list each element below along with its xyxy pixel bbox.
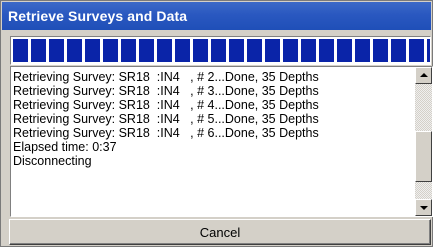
progress-block <box>409 39 424 62</box>
progress-block <box>49 39 64 62</box>
arrow-down-icon <box>420 206 428 210</box>
progress-block <box>301 39 316 62</box>
progress-fill <box>13 39 430 62</box>
progress-block <box>337 39 352 62</box>
progress-block <box>373 39 388 62</box>
progress-block <box>229 39 244 62</box>
progress-block <box>85 39 100 62</box>
scroll-down-button[interactable] <box>415 199 432 216</box>
retrieve-dialog: Retrieve Surveys and Data Retrieving Sur… <box>0 0 433 247</box>
log-line: Retrieving Survey: SR18 :IN4 , # 5...Don… <box>13 112 319 126</box>
log-listbox[interactable]: Retrieving Survey: SR18 :IN4 , # 2...Don… <box>10 66 433 217</box>
progress-block <box>121 39 136 62</box>
scroll-up-button[interactable] <box>415 67 432 84</box>
progress-block <box>175 39 190 62</box>
progress-block <box>139 39 154 62</box>
title-bar[interactable]: Retrieve Surveys and Data <box>2 2 431 30</box>
progress-block <box>103 39 118 62</box>
log-lines: Retrieving Survey: SR18 :IN4 , # 2...Don… <box>13 70 411 168</box>
dialog-title: Retrieve Surveys and Data <box>8 8 188 24</box>
progress-block <box>157 39 172 62</box>
progress-block <box>427 39 430 62</box>
log-line: Retrieving Survey: SR18 :IN4 , # 3...Don… <box>13 84 319 98</box>
log-line: Retrieving Survey: SR18 :IN4 , # 4...Don… <box>13 98 319 112</box>
log-line: Disconnecting <box>13 154 92 168</box>
progress-block <box>265 39 280 62</box>
log-line: Retrieving Survey: SR18 :IN4 , # 2...Don… <box>13 70 319 84</box>
progress-block <box>247 39 262 62</box>
progress-block <box>283 39 298 62</box>
scroll-thumb[interactable] <box>415 131 432 182</box>
progress-block <box>391 39 406 62</box>
progress-block <box>211 39 226 62</box>
progress-block <box>355 39 370 62</box>
cancel-button[interactable]: Cancel <box>9 219 431 245</box>
progress-block <box>31 39 46 62</box>
progress-bar <box>10 36 431 65</box>
vertical-scrollbar[interactable] <box>415 67 432 216</box>
progress-block <box>13 39 28 62</box>
arrow-up-icon <box>420 73 428 77</box>
log-line: Retrieving Survey: SR18 :IN4 , # 6...Don… <box>13 126 319 140</box>
progress-block <box>319 39 334 62</box>
log-line: Elapsed time: 0:37 <box>13 140 117 154</box>
progress-block <box>67 39 82 62</box>
progress-block <box>193 39 208 62</box>
